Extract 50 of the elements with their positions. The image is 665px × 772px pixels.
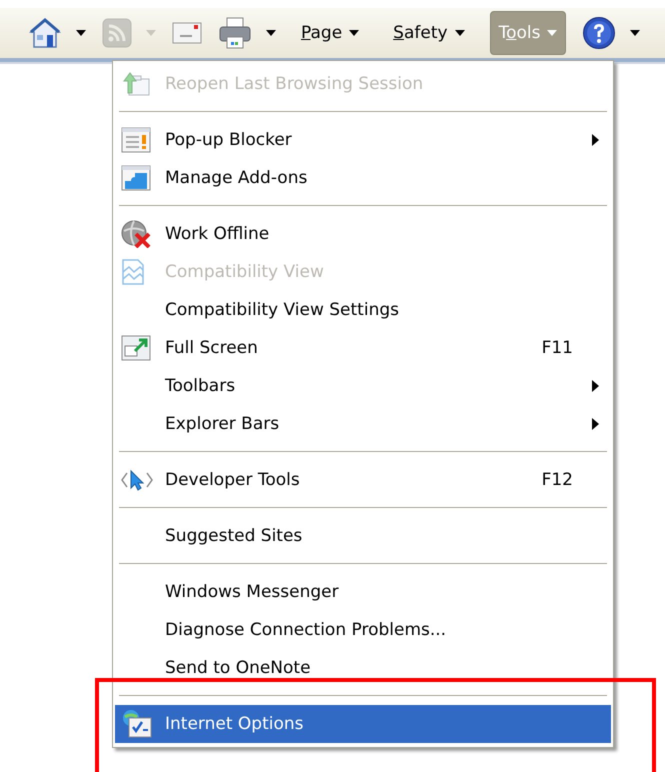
menu-item-label: Full Screen (165, 338, 258, 358)
window-warning-icon (121, 127, 151, 153)
menu-button[interactable]: Page (292, 11, 368, 55)
shortcut-key: F11 (542, 338, 573, 358)
menu-item-label: Pop-up Blocker (165, 130, 292, 150)
menu-item[interactable]: Suggested Sites (115, 517, 611, 555)
globe-cross-icon (121, 220, 151, 248)
menu-item[interactable]: Diagnose Connection Problems... (115, 611, 611, 649)
menu-item[interactable]: Internet Options (115, 705, 611, 743)
menu-item-label: Compatibility View (165, 262, 324, 282)
menu-item[interactable]: Full Screen F11 (115, 329, 611, 367)
dropdown-arrow-icon[interactable] (266, 30, 276, 36)
home-icon[interactable] (28, 16, 62, 50)
menu-item[interactable]: Compatibility View Settings (115, 291, 611, 329)
puzzle-window-icon (121, 165, 151, 191)
menu-item-label: Reopen Last Browsing Session (165, 74, 424, 94)
fullscreen-icon (121, 335, 151, 361)
dropdown-arrow-icon[interactable] (76, 30, 86, 36)
menu-item[interactable]: Developer Tools F12 (115, 461, 611, 499)
menu-item[interactable]: Work Offline (115, 215, 611, 253)
menu-button[interactable]: Safety (384, 11, 474, 55)
broken-page-icon (121, 258, 147, 286)
dropdown-arrow-icon[interactable] (630, 30, 640, 36)
caret-icon (547, 30, 558, 36)
help-icon[interactable] (582, 16, 616, 50)
menu-item-label: Developer Tools (165, 470, 300, 490)
menu-item[interactable]: Toolbars (115, 367, 611, 405)
menu-item-label: Explorer Bars (165, 414, 280, 434)
menu-item[interactable]: Windows Messenger (115, 573, 611, 611)
envelope-icon[interactable] (172, 22, 202, 44)
reopen-icon (121, 71, 151, 97)
menu-item-label: Diagnose Connection Problems... (165, 620, 446, 640)
menu-item-label: Compatibility View Settings (165, 300, 399, 320)
menu-item-label: Toolbars (165, 376, 236, 396)
menu-item[interactable]: Send to OneNote (115, 649, 611, 687)
menu-item[interactable]: Pop-up Blocker (115, 121, 611, 159)
menu-item-label: Work Offline (165, 224, 270, 244)
printer-icon[interactable] (218, 17, 252, 49)
menu-item-label: Windows Messenger (165, 582, 339, 602)
shortcut-key: F12 (542, 470, 573, 490)
developer-tools-icon (121, 469, 153, 491)
menu-item-label: Internet Options (165, 714, 304, 734)
caret-icon (349, 30, 360, 36)
menu-item[interactable]: Manage Add-ons (115, 159, 611, 197)
menu-item[interactable]: Explorer Bars (115, 405, 611, 443)
menu-item-label: Manage Add-ons (165, 168, 308, 188)
options-icon (121, 709, 153, 739)
menu-item-label: Send to OneNote (165, 658, 311, 678)
caret-icon (454, 30, 465, 36)
menu-item-label: Suggested Sites (165, 526, 302, 546)
